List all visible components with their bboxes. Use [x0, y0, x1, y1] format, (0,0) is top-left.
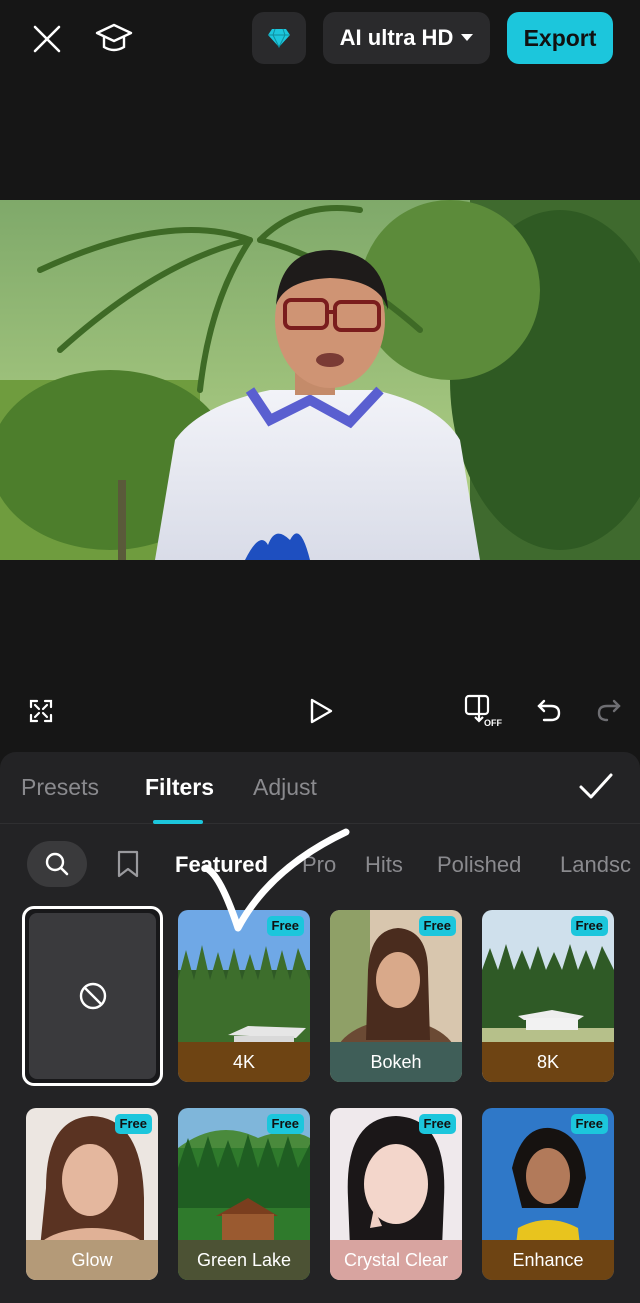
tab-adjust[interactable]: Adjust: [253, 774, 317, 801]
filter-tile-glow[interactable]: Free Glow: [26, 1108, 158, 1280]
free-badge: Free: [266, 916, 304, 936]
filter-label: Glow: [26, 1240, 158, 1280]
quality-dropdown[interactable]: AI ultra HD: [323, 12, 490, 64]
free-badge: Free: [266, 1114, 304, 1134]
quality-label: AI ultra HD: [339, 25, 454, 50]
search-button[interactable]: [27, 841, 87, 887]
undo-icon[interactable]: [534, 694, 564, 726]
free-badge: Free: [418, 916, 456, 936]
category-landscape[interactable]: Landsc: [560, 852, 631, 878]
top-bar: AI ultra HD Export: [0, 0, 640, 76]
compare-off-icon[interactable]: OFF: [464, 692, 504, 730]
active-tab-indicator: [153, 820, 203, 824]
category-hits[interactable]: Hits: [365, 852, 403, 878]
redo-icon[interactable]: [594, 694, 624, 726]
filter-none-tile[interactable]: [22, 906, 163, 1086]
filter-tile-green-lake[interactable]: Free Green Lake: [178, 1108, 310, 1280]
filter-tile-bokeh[interactable]: Free Bokeh: [330, 910, 462, 1082]
filter-label: 8K: [482, 1042, 614, 1082]
filter-tile-enhance[interactable]: Free Enhance: [482, 1108, 614, 1280]
filter-tile-8k[interactable]: Free 8K: [482, 910, 614, 1082]
free-badge: Free: [570, 1114, 608, 1134]
category-pro[interactable]: Pro: [302, 852, 336, 878]
bookmark-icon[interactable]: [116, 850, 144, 880]
video-preview[interactable]: [0, 200, 640, 560]
video-frame-image: [0, 200, 640, 560]
free-badge: Free: [418, 1114, 456, 1134]
category-featured[interactable]: Featured: [175, 852, 268, 878]
export-button[interactable]: Export: [507, 12, 613, 64]
close-icon[interactable]: [28, 20, 66, 58]
category-polished[interactable]: Polished: [437, 852, 521, 878]
diamond-icon: [268, 28, 290, 48]
caret-down-icon: [461, 34, 474, 41]
search-icon: [45, 852, 69, 876]
playback-controls: OFF: [0, 680, 640, 740]
fullscreen-icon[interactable]: [26, 696, 56, 726]
tab-presets[interactable]: Presets: [21, 774, 99, 801]
confirm-check-icon[interactable]: [578, 770, 616, 806]
filter-label: Bokeh: [330, 1042, 462, 1082]
free-badge: Free: [114, 1114, 152, 1134]
premium-button[interactable]: [252, 12, 306, 64]
no-filter-icon: [79, 982, 106, 1010]
category-bar: Featured Pro Hits Polished Landsc: [0, 838, 640, 890]
filter-label: 4K: [178, 1042, 310, 1082]
filter-label: Enhance: [482, 1240, 614, 1280]
filter-tile-crystal-clear[interactable]: Free Crystal Clear: [330, 1108, 462, 1280]
svg-text:OFF: OFF: [484, 718, 502, 728]
free-badge: Free: [570, 916, 608, 936]
tab-filters[interactable]: Filters: [145, 774, 214, 801]
tutorial-cap-icon[interactable]: [94, 20, 134, 58]
filter-label: Green Lake: [178, 1240, 310, 1280]
filter-tile-4k[interactable]: Free 4K: [178, 910, 310, 1082]
filter-label: Crystal Clear: [330, 1240, 462, 1280]
panel-tabs: Presets Filters Adjust: [0, 752, 640, 824]
play-icon[interactable]: [305, 694, 337, 728]
